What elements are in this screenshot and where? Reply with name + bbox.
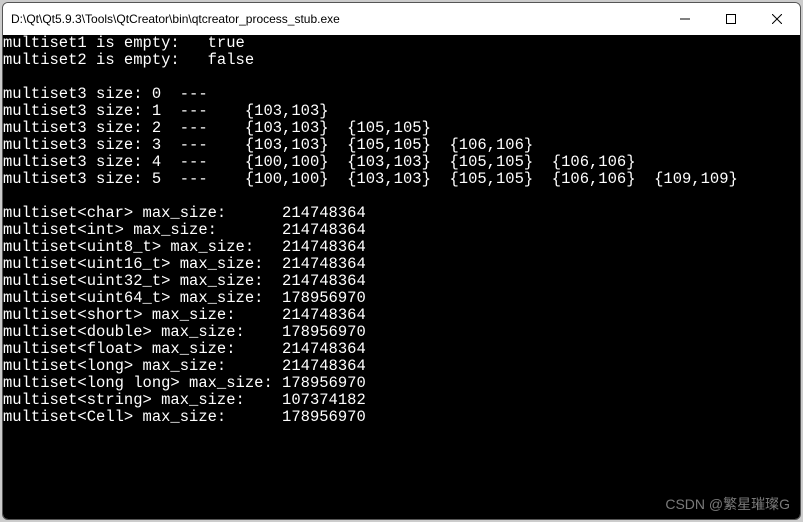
window-title: D:\Qt\Qt5.9.3\Tools\QtCreator\bin\qtcrea…: [11, 12, 662, 26]
close-button[interactable]: [754, 3, 800, 35]
window-controls: [662, 3, 800, 35]
console-lines: multiset1 is empty: true multiset2 is em…: [3, 35, 800, 426]
titlebar: D:\Qt\Qt5.9.3\Tools\QtCreator\bin\qtcrea…: [3, 3, 800, 35]
maximize-button[interactable]: [708, 3, 754, 35]
app-window: D:\Qt\Qt5.9.3\Tools\QtCreator\bin\qtcrea…: [2, 2, 801, 520]
console-output[interactable]: multiset1 is empty: true multiset2 is em…: [3, 35, 800, 519]
watermark-text: CSDN @繁星璀璨G: [665, 496, 790, 513]
minimize-button[interactable]: [662, 3, 708, 35]
